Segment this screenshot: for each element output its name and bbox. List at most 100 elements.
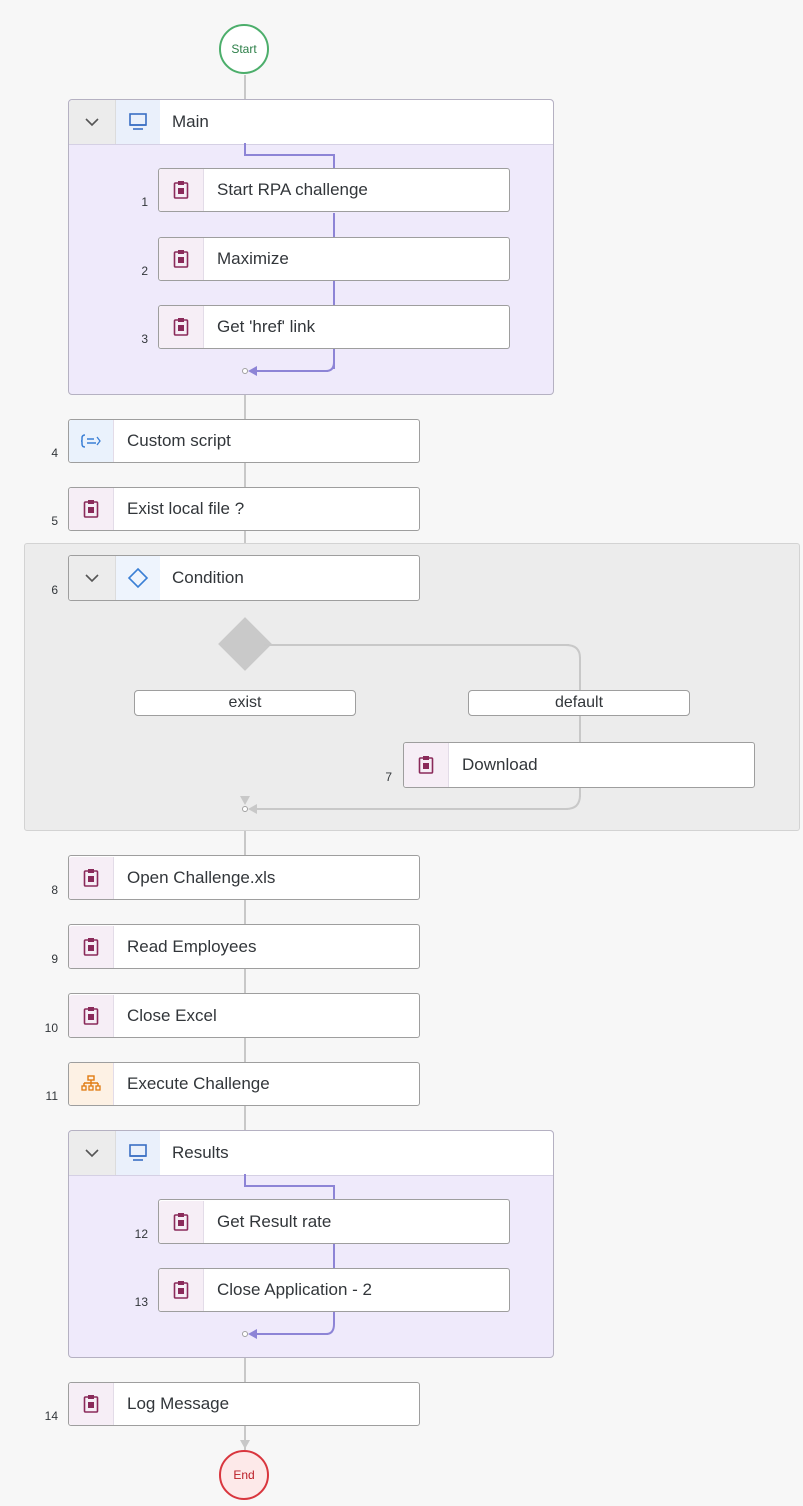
end-node[interactable]: End bbox=[219, 1450, 269, 1500]
start-label: Start bbox=[231, 42, 257, 56]
arrow-icon bbox=[240, 1440, 250, 1449]
activity-get-href-link[interactable]: Get 'href' link bbox=[158, 305, 510, 349]
activity-label: Maximize bbox=[217, 249, 289, 268]
connector bbox=[244, 1038, 246, 1062]
group-connector bbox=[250, 370, 328, 372]
activity-label: Execute Challenge bbox=[127, 1074, 270, 1093]
activity-close-application-2[interactable]: Close Application - 2 bbox=[158, 1268, 510, 1312]
curve bbox=[326, 362, 335, 372]
screen-icon bbox=[116, 1131, 160, 1175]
chevron-down-icon bbox=[85, 118, 99, 127]
activity-maximize[interactable]: Maximize bbox=[158, 237, 510, 281]
arrow-icon bbox=[248, 1329, 257, 1339]
branch-default[interactable]: default bbox=[468, 690, 690, 716]
step-number: 9 bbox=[51, 952, 58, 966]
connector bbox=[579, 657, 581, 690]
activity-download[interactable]: Download bbox=[403, 742, 755, 788]
activity-close-excel[interactable]: Close Excel bbox=[68, 993, 420, 1038]
diamond-icon bbox=[116, 556, 160, 600]
connector bbox=[256, 808, 568, 810]
arrow-icon bbox=[240, 796, 250, 805]
group-results-header[interactable]: Results bbox=[69, 1131, 553, 1176]
connector bbox=[244, 969, 246, 993]
branch-default-label: default bbox=[554, 694, 604, 711]
activity-open-challenge[interactable]: Open Challenge.xls bbox=[68, 855, 420, 900]
connector bbox=[244, 1358, 246, 1382]
connector bbox=[244, 395, 246, 419]
chevron-down-icon bbox=[85, 1149, 99, 1158]
step-number: 1 bbox=[141, 195, 148, 209]
activity-label: Start RPA challenge bbox=[217, 180, 368, 199]
arrow-icon bbox=[248, 804, 257, 814]
group-main-title: Main bbox=[172, 112, 209, 131]
group-main-header[interactable]: Main bbox=[69, 100, 553, 145]
clipboard-icon bbox=[69, 856, 114, 899]
activity-custom-script[interactable]: Custom script bbox=[68, 419, 420, 463]
clipboard-icon bbox=[159, 1200, 204, 1243]
activity-label: Close Excel bbox=[127, 1005, 217, 1025]
clipboard-icon bbox=[159, 169, 204, 211]
connector bbox=[244, 463, 246, 487]
connector bbox=[244, 1106, 246, 1130]
step-number: 6 bbox=[51, 583, 58, 597]
group-connector bbox=[333, 1244, 335, 1268]
group-connector bbox=[333, 281, 335, 305]
group-connector bbox=[244, 154, 334, 156]
step-number: 13 bbox=[134, 1295, 148, 1309]
group-results-title: Results bbox=[172, 1143, 229, 1162]
activity-read-employees[interactable]: Read Employees bbox=[68, 924, 420, 969]
activity-label: Custom script bbox=[127, 431, 231, 450]
arrow-icon bbox=[248, 366, 257, 376]
step-number: 8 bbox=[51, 883, 58, 897]
group-results[interactable]: Results bbox=[68, 1130, 554, 1358]
group-connector bbox=[244, 1185, 334, 1187]
condition-title: Condition bbox=[172, 568, 244, 587]
step-number: 7 bbox=[385, 770, 392, 784]
step-number: 2 bbox=[141, 264, 148, 278]
activity-start-rpa-challenge[interactable]: Start RPA challenge bbox=[158, 168, 510, 212]
group-connector bbox=[250, 1333, 328, 1335]
hierarchy-icon bbox=[69, 1063, 114, 1105]
connector bbox=[579, 716, 581, 742]
clipboard-icon bbox=[159, 1269, 204, 1311]
group-connector bbox=[333, 213, 335, 237]
clipboard-icon bbox=[69, 994, 114, 1037]
step-number: 11 bbox=[45, 1089, 58, 1103]
connector bbox=[244, 75, 246, 99]
collapse-button[interactable] bbox=[69, 556, 116, 600]
activity-execute-challenge[interactable]: Execute Challenge bbox=[68, 1062, 420, 1106]
clipboard-icon bbox=[69, 488, 114, 530]
start-node[interactable]: Start bbox=[219, 24, 269, 74]
activity-get-result-rate[interactable]: Get Result rate bbox=[158, 1199, 510, 1244]
branch-exist[interactable]: exist bbox=[134, 690, 356, 716]
step-number: 5 bbox=[51, 514, 58, 528]
screen-icon bbox=[116, 100, 160, 144]
clipboard-icon bbox=[404, 743, 449, 787]
step-number: 4 bbox=[51, 446, 58, 460]
collapse-button[interactable] bbox=[69, 100, 116, 144]
activity-label: Read Employees bbox=[127, 936, 257, 956]
collapse-button[interactable] bbox=[69, 1131, 116, 1175]
clipboard-icon bbox=[159, 238, 204, 280]
group-connector bbox=[333, 154, 335, 168]
step-number: 10 bbox=[44, 1021, 58, 1035]
activity-label: Close Application - 2 bbox=[217, 1280, 372, 1299]
activity-exist-local-file[interactable]: Exist local file ? bbox=[68, 487, 420, 531]
step-number: 14 bbox=[44, 1409, 58, 1423]
activity-label: Open Challenge.xls bbox=[127, 867, 276, 887]
curve bbox=[566, 795, 581, 810]
join-dot bbox=[242, 368, 248, 374]
activity-label: Log Message bbox=[127, 1394, 230, 1413]
chevron-down-icon bbox=[85, 574, 99, 583]
workflow-canvas: Start Main 1 Start RPA challenge 2 Maxim… bbox=[0, 0, 803, 1506]
clipboard-icon bbox=[159, 306, 204, 348]
activity-label: Exist local file ? bbox=[127, 499, 245, 518]
activity-log-message[interactable]: Log Message bbox=[68, 1382, 420, 1426]
branch-exist-label: exist bbox=[228, 694, 262, 711]
script-icon bbox=[69, 420, 114, 462]
end-label: End bbox=[233, 1468, 255, 1482]
condition-header[interactable]: Condition bbox=[68, 555, 420, 601]
clipboard-icon bbox=[69, 1383, 114, 1425]
connector bbox=[264, 644, 569, 646]
clipboard-icon bbox=[69, 925, 114, 968]
